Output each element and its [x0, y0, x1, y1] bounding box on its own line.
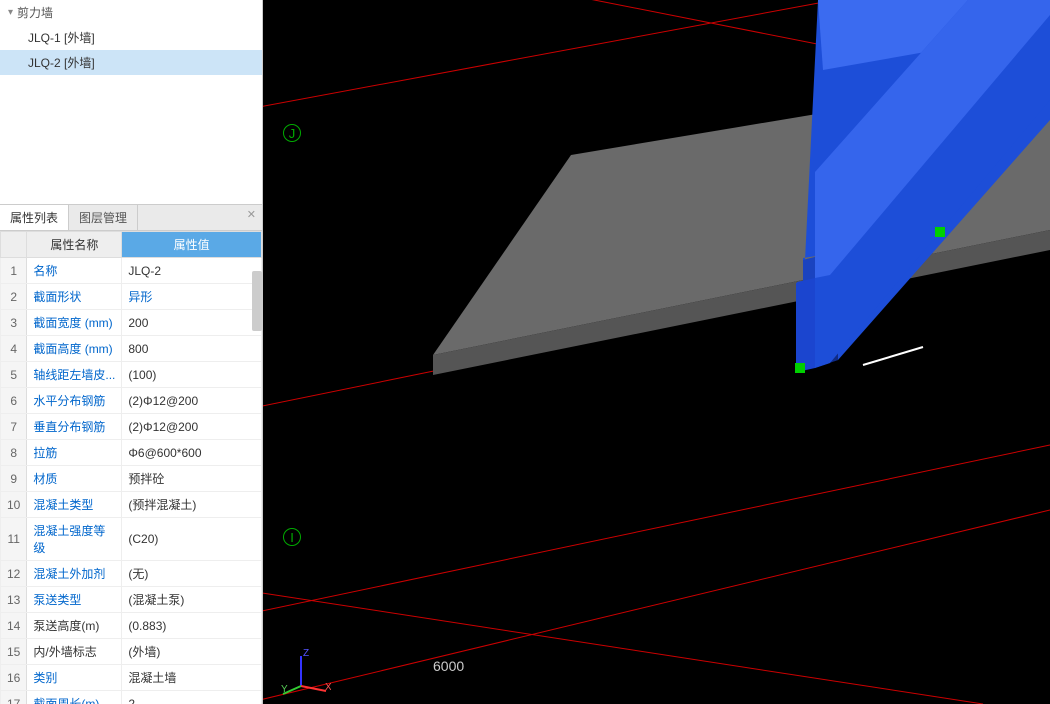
left-panel: 剪力墙 JLQ-1 [外墙] JLQ-2 [外墙] 属性列表 图层管理 ✕ 属性… — [0, 0, 263, 704]
table-row[interactable]: 3截面宽度 (mm)200 — [1, 310, 262, 336]
axis-x-label: X — [325, 682, 331, 693]
prop-name: 类别 — [27, 665, 122, 691]
close-icon[interactable]: ✕ — [247, 208, 256, 221]
table-row[interactable]: 8拉筋Φ6@600*600 — [1, 440, 262, 466]
prop-name: 截面宽度 (mm) — [27, 310, 122, 336]
axis-z-label: Z — [303, 648, 309, 659]
prop-name: 水平分布钢筋 — [27, 388, 122, 414]
row-number: 14 — [1, 613, 27, 639]
row-number: 1 — [1, 258, 27, 284]
grid-label-j: J — [283, 124, 301, 142]
table-row[interactable]: 15内/外墙标志(外墙) — [1, 639, 262, 665]
prop-name: 混凝土外加剂 — [27, 561, 122, 587]
rownum-header — [1, 232, 27, 258]
tab-property-list[interactable]: 属性列表 — [0, 205, 69, 230]
prop-value[interactable]: (0.883) — [122, 613, 262, 639]
table-row[interactable]: 17截面周长(m)2 — [1, 691, 262, 704]
dimension-6000: 6000 — [433, 658, 464, 674]
prop-value[interactable]: 预拌砼 — [122, 466, 262, 492]
prop-name: 内/外墙标志 — [27, 639, 122, 665]
tree-root-label: 剪力墙 — [17, 4, 53, 21]
tree-area: 剪力墙 JLQ-1 [外墙] JLQ-2 [外墙] — [0, 0, 262, 205]
prop-name: 截面周长(m) — [27, 691, 122, 704]
row-number: 2 — [1, 284, 27, 310]
grid-label-i: I — [283, 528, 301, 546]
row-number: 3 — [1, 310, 27, 336]
axis-y-label: Y — [281, 684, 288, 695]
prop-value[interactable]: 200 — [122, 310, 262, 336]
prop-value[interactable]: (C20) — [122, 518, 262, 561]
prop-name: 混凝土类型 — [27, 492, 122, 518]
table-row[interactable]: 5轴线距左墙皮...(100) — [1, 362, 262, 388]
tab-layer-management[interactable]: 图层管理 — [69, 205, 138, 230]
row-number: 7 — [1, 414, 27, 440]
table-row[interactable]: 10混凝土类型(预拌混凝土) — [1, 492, 262, 518]
prop-value[interactable]: (预拌混凝土) — [122, 492, 262, 518]
row-number: 8 — [1, 440, 27, 466]
table-row[interactable]: 7垂直分布钢筋(2)Φ12@200 — [1, 414, 262, 440]
panel-tabs: 属性列表 图层管理 ✕ — [0, 205, 262, 231]
prop-value[interactable]: (100) — [122, 362, 262, 388]
row-number: 9 — [1, 466, 27, 492]
tree-item-jlq2[interactable]: JLQ-2 [外墙] — [0, 50, 262, 75]
prop-name: 泵送类型 — [27, 587, 122, 613]
prop-value[interactable]: 异形 — [122, 284, 262, 310]
prop-name: 名称 — [27, 258, 122, 284]
row-number: 5 — [1, 362, 27, 388]
table-row[interactable]: 9材质预拌砼 — [1, 466, 262, 492]
row-number: 17 — [1, 691, 27, 704]
row-number: 10 — [1, 492, 27, 518]
table-row[interactable]: 13泵送类型(混凝土泵) — [1, 587, 262, 613]
table-row[interactable]: 4截面高度 (mm)800 — [1, 336, 262, 362]
row-number: 11 — [1, 518, 27, 561]
propvalue-header: 属性值 — [122, 232, 262, 258]
tree-item-label: JLQ-2 [外墙] — [28, 56, 95, 70]
table-row[interactable]: 1名称JLQ-2 — [1, 258, 262, 284]
prop-value[interactable]: Φ6@600*600 — [122, 440, 262, 466]
row-number: 16 — [1, 665, 27, 691]
3d-viewport[interactable]: J I 6000 Z X Y — [263, 0, 1050, 704]
table-row[interactable]: 16类别混凝土墙 — [1, 665, 262, 691]
prop-name: 轴线距左墙皮... — [27, 362, 122, 388]
prop-value[interactable]: JLQ-2 — [122, 258, 262, 284]
tree-item-label: JLQ-1 [外墙] — [28, 31, 95, 45]
prop-name: 垂直分布钢筋 — [27, 414, 122, 440]
row-number: 6 — [1, 388, 27, 414]
prop-name: 材质 — [27, 466, 122, 492]
prop-name: 截面高度 (mm) — [27, 336, 122, 362]
prop-name: 泵送高度(m) — [27, 613, 122, 639]
prop-name: 拉筋 — [27, 440, 122, 466]
tree-item-jlq1[interactable]: JLQ-1 [外墙] — [0, 25, 262, 50]
prop-value[interactable]: 混凝土墙 — [122, 665, 262, 691]
row-number: 15 — [1, 639, 27, 665]
prop-value[interactable]: (2)Φ12@200 — [122, 414, 262, 440]
prop-value[interactable]: (混凝土泵) — [122, 587, 262, 613]
table-row[interactable]: 11混凝土强度等级(C20) — [1, 518, 262, 561]
row-number: 12 — [1, 561, 27, 587]
propname-header: 属性名称 — [27, 232, 122, 258]
scene-svg — [263, 0, 1050, 704]
prop-name: 混凝土强度等级 — [27, 518, 122, 561]
table-row[interactable]: 6水平分布钢筋(2)Φ12@200 — [1, 388, 262, 414]
prop-value[interactable]: 800 — [122, 336, 262, 362]
table-row[interactable]: 2截面形状异形 — [1, 284, 262, 310]
table-row[interactable]: 14泵送高度(m)(0.883) — [1, 613, 262, 639]
prop-value[interactable]: (外墙) — [122, 639, 262, 665]
prop-value[interactable]: (无) — [122, 561, 262, 587]
row-number: 4 — [1, 336, 27, 362]
prop-value[interactable]: (2)Φ12@200 — [122, 388, 262, 414]
row-number: 13 — [1, 587, 27, 613]
axis-gizmo: Z X Y — [281, 646, 331, 696]
tree-root[interactable]: 剪力墙 — [0, 0, 262, 25]
property-table: 属性名称 属性值 1名称JLQ-22截面形状异形3截面宽度 (mm)2004截面… — [0, 231, 262, 704]
prop-value[interactable]: 2 — [122, 691, 262, 704]
prop-name: 截面形状 — [27, 284, 122, 310]
table-row[interactable]: 12混凝土外加剂(无) — [1, 561, 262, 587]
